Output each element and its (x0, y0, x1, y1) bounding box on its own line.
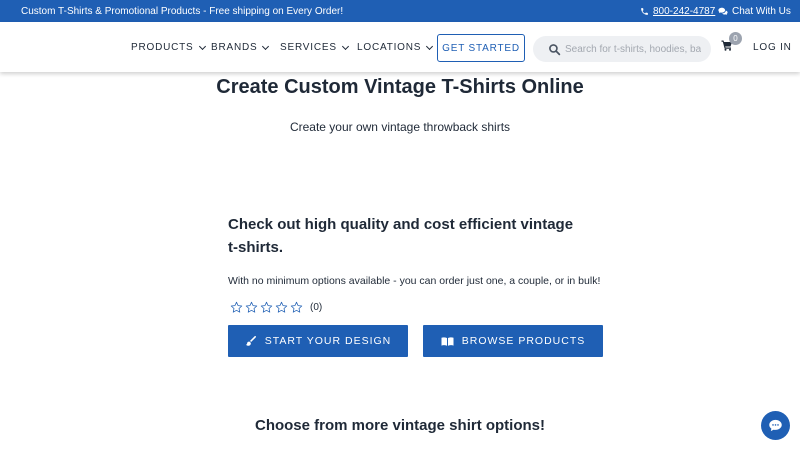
rating-count[interactable]: (0) (310, 302, 322, 313)
star-rating[interactable]: (0) (229, 300, 322, 315)
nav-item-label[interactable]: LOCATIONS (357, 42, 421, 53)
chevron-down-icon (198, 42, 206, 50)
chevron-down-icon (262, 42, 270, 50)
nav-item-services[interactable]: SERVICES (280, 42, 349, 53)
search-input[interactable] (565, 43, 701, 55)
paintbrush-icon (245, 336, 256, 346)
search-icon[interactable] (548, 43, 561, 56)
product-heading: Check out high quality and cost efficien… (228, 216, 574, 256)
product-description: With no minimum options available - you … (228, 275, 601, 287)
chat-bubble-icon (769, 419, 782, 432)
get-started-button[interactable]: GET STARTED (437, 34, 525, 62)
more-options-heading: Choose from more vintage shirt options! (254, 417, 546, 434)
nav-item-locations[interactable]: LOCATIONS (357, 42, 434, 53)
chat-link[interactable]: Chat With Us (718, 6, 791, 17)
star-icon[interactable] (244, 300, 259, 315)
chat-icon (718, 7, 728, 16)
book-icon (441, 336, 454, 346)
nav-item-label[interactable]: PRODUCTS (131, 42, 194, 53)
promo-text: Custom T-Shirts & Promotional Products -… (21, 6, 344, 17)
announcement-bar: Custom T-Shirts & Promotional Products -… (0, 0, 800, 22)
cart-count-badge: 0 (729, 32, 742, 45)
star-icon[interactable] (274, 300, 289, 315)
nav-item-label[interactable]: BRANDS (211, 42, 257, 53)
page-title: Create Custom Vintage T-Shirts Online (216, 76, 584, 98)
browse-products-label[interactable]: BROWSE PRODUCTS (462, 335, 586, 347)
star-icon[interactable] (229, 300, 244, 315)
main-nav: PRODUCTS BRANDS SERVICES LOCATIONS GET S… (0, 22, 800, 72)
start-design-button[interactable]: START YOUR DESIGN (228, 325, 408, 357)
phone-icon (641, 8, 648, 15)
star-icon[interactable] (289, 300, 304, 315)
nav-item-brands[interactable]: BRANDS (211, 42, 270, 53)
nav-item-label[interactable]: SERVICES (280, 42, 337, 53)
phone-number[interactable]: 800-242-4787 (653, 6, 715, 17)
browse-products-button[interactable]: BROWSE PRODUCTS (423, 325, 603, 357)
page-subtitle: Create your own vintage throwback shirts (289, 120, 511, 134)
chevron-down-icon (426, 42, 434, 50)
chat-bubble-button[interactable] (761, 411, 790, 440)
star-icon[interactable] (259, 300, 274, 315)
phone-link[interactable]: 800-242-4787 (640, 6, 715, 17)
start-design-label[interactable]: START YOUR DESIGN (265, 335, 392, 347)
nav-item-products[interactable]: PRODUCTS (131, 42, 206, 53)
login-link[interactable]: LOG IN (753, 42, 792, 53)
chevron-down-icon (341, 42, 349, 50)
search-bar[interactable] (533, 36, 711, 62)
chat-label[interactable]: Chat With Us (732, 6, 791, 17)
